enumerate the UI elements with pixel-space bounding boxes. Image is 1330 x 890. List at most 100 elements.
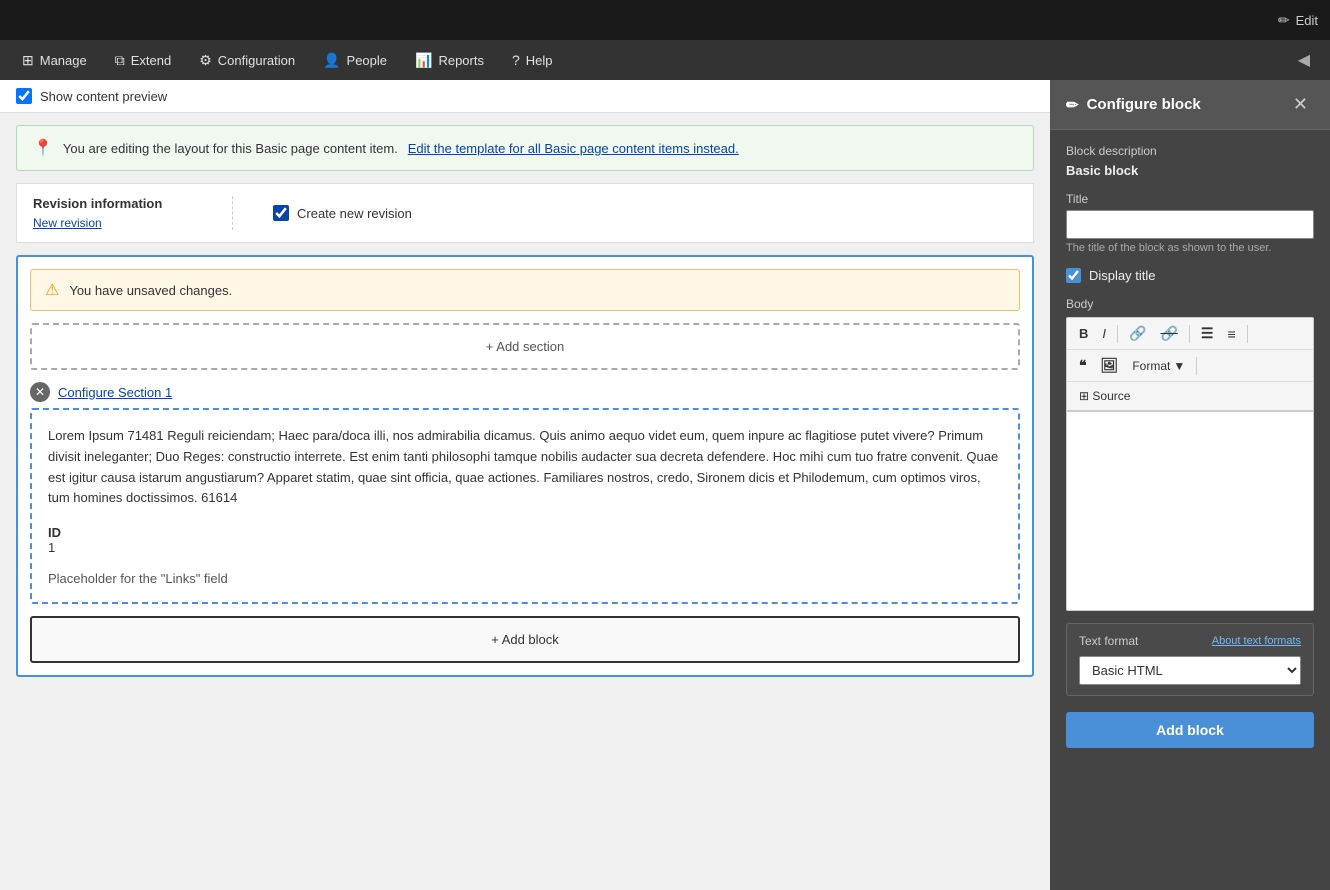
- configuration-icon: ⚙: [199, 52, 212, 69]
- help-icon: ?: [512, 52, 520, 68]
- image-button[interactable]: 🖼: [1095, 354, 1125, 377]
- people-icon: 👤: [323, 52, 340, 69]
- display-title-row: Display title: [1066, 268, 1314, 283]
- revision-title: Revision information: [33, 196, 212, 211]
- unsaved-warning: ⚠ You have unsaved changes.: [30, 269, 1020, 311]
- help-label: Help: [526, 53, 553, 68]
- title-field-label: Title: [1066, 192, 1314, 206]
- sidebar-item-manage[interactable]: ⊞ Manage: [8, 40, 101, 80]
- id-value: 1: [48, 540, 1002, 555]
- configure-section-link[interactable]: Configure Section 1: [58, 385, 172, 400]
- add-block-label: + Add block: [491, 632, 559, 647]
- add-section-button[interactable]: + Add section: [30, 323, 1020, 370]
- unsaved-warning-text: You have unsaved changes.: [69, 283, 232, 298]
- new-revision-link[interactable]: New revision: [33, 216, 102, 230]
- layout-editor: ⚠ You have unsaved changes. + Add sectio…: [16, 255, 1034, 677]
- configure-block-pencil-icon: ✏: [1066, 96, 1079, 114]
- close-icon: ✕: [35, 385, 45, 399]
- top-nav: ✏ Edit: [0, 0, 1330, 40]
- text-format-label: Text format: [1079, 634, 1138, 648]
- dropdown-icon: ▼: [1173, 359, 1185, 373]
- info-alert: 📍 You are editing the layout for this Ba…: [16, 125, 1034, 171]
- revision-left: Revision information New revision: [33, 196, 233, 230]
- sidebar-body: Block description Basic block Title The …: [1050, 130, 1330, 762]
- text-format-header: Text format About text formats: [1079, 634, 1301, 648]
- sidebar-header: ✏ Configure block ✕: [1050, 80, 1330, 130]
- toolbar-row-2: ❝ 🖼 Format ▼: [1066, 349, 1314, 381]
- bold-button[interactable]: B: [1073, 323, 1094, 344]
- show-preview-label: Show content preview: [40, 89, 167, 104]
- italic-button[interactable]: I: [1096, 323, 1112, 344]
- bullet-list-button[interactable]: ☰: [1195, 322, 1220, 345]
- title-input[interactable]: [1066, 210, 1314, 239]
- toolbar-separator-4: [1196, 357, 1197, 375]
- display-title-label: Display title: [1089, 268, 1155, 283]
- configure-block-sidebar: ✏ Configure block ✕ Block description Ba…: [1050, 80, 1330, 890]
- body-editor-area[interactable]: [1066, 411, 1314, 611]
- add-block-button[interactable]: + Add block: [30, 616, 1020, 663]
- configure-block-title: Configure block: [1087, 96, 1201, 113]
- blockquote-button[interactable]: ❝: [1073, 354, 1093, 377]
- reports-label: Reports: [438, 53, 484, 68]
- sidebar-item-configuration[interactable]: ⚙ Configuration: [185, 40, 309, 80]
- show-preview-checkbox[interactable]: [16, 88, 32, 104]
- revision-section: Revision information New revision Create…: [16, 183, 1034, 243]
- edit-label: ✏ Edit: [1278, 12, 1318, 29]
- people-label: People: [347, 53, 387, 68]
- title-hint: The title of the block as shown to the u…: [1066, 242, 1314, 254]
- toolbar-separator-3: [1247, 325, 1248, 343]
- create-revision-label: Create new revision: [297, 206, 412, 221]
- editor-toolbar: B I 🔗 🔗 ☰ ≡: [1066, 317, 1314, 349]
- link-button[interactable]: 🔗: [1123, 322, 1152, 345]
- sidebar-item-extend[interactable]: ⧉ Extend: [101, 40, 185, 80]
- create-revision-checkbox[interactable]: [273, 205, 289, 221]
- unlink-button[interactable]: 🔗: [1154, 322, 1183, 345]
- edit-template-link[interactable]: Edit the template for all Basic page con…: [408, 141, 739, 156]
- manage-icon: ⊞: [22, 52, 34, 69]
- pin-icon[interactable]: ◀: [1286, 50, 1322, 70]
- body-label: Body: [1066, 297, 1314, 311]
- map-pin-icon: 📍: [33, 138, 53, 158]
- lorem-text: Lorem Ipsum 71481 Reguli reiciendam; Hae…: [48, 426, 1002, 509]
- edit-text: Edit: [1296, 13, 1318, 28]
- pencil-icon: ✏: [1278, 12, 1290, 29]
- extend-label: Extend: [131, 53, 171, 68]
- id-label: ID: [48, 525, 1002, 540]
- text-format-select[interactable]: Basic HTML Full HTML Plain text: [1079, 656, 1301, 685]
- sidebar-item-people[interactable]: 👤 People: [309, 40, 401, 80]
- preview-bar: Show content preview: [0, 80, 1050, 113]
- main-layout: Show content preview 📍 You are editing t…: [0, 80, 1330, 890]
- configuration-label: Configuration: [218, 53, 295, 68]
- section-header: ✕ Configure Section 1: [30, 382, 1020, 402]
- sidebar-item-help[interactable]: ? Help: [498, 40, 567, 80]
- sidebar-item-reports[interactable]: 📊 Reports: [401, 40, 498, 80]
- text-format-section: Text format About text formats Basic HTM…: [1066, 623, 1314, 696]
- manage-label: Manage: [40, 53, 87, 68]
- title-field: Title The title of the block as shown to…: [1066, 192, 1314, 254]
- block-content-area: Lorem Ipsum 71481 Reguli reiciendam; Hae…: [30, 408, 1020, 604]
- about-text-formats-link[interactable]: About text formats: [1212, 635, 1301, 647]
- add-section-label: + Add section: [486, 339, 564, 354]
- block-id-section: ID 1: [48, 525, 1002, 555]
- reports-icon: 📊: [415, 52, 432, 69]
- display-title-checkbox[interactable]: [1066, 268, 1081, 283]
- source-button[interactable]: ⊞ Source: [1073, 386, 1136, 406]
- admin-menu-bar: ⊞ Manage ⧉ Extend ⚙ Configuration 👤 Peop…: [0, 40, 1330, 80]
- toolbar-row-3: ⊞ Source: [1066, 381, 1314, 411]
- section-close-button[interactable]: ✕: [30, 382, 50, 402]
- info-alert-text: You are editing the layout for this Basi…: [63, 141, 398, 156]
- revision-right: Create new revision: [273, 205, 412, 221]
- numbered-list-button[interactable]: ≡: [1221, 323, 1241, 345]
- content-area: Show content preview 📍 You are editing t…: [0, 80, 1050, 890]
- sidebar-title: ✏ Configure block: [1066, 96, 1201, 114]
- add-block-sidebar-button[interactable]: Add block: [1066, 712, 1314, 748]
- extend-icon: ⧉: [115, 52, 125, 69]
- block-description-value: Basic block: [1066, 163, 1138, 178]
- format-dropdown-button[interactable]: Format ▼: [1126, 356, 1191, 376]
- links-placeholder: Placeholder for the "Links" field: [48, 571, 1002, 586]
- warning-icon: ⚠: [45, 280, 59, 300]
- block-description-field: Block description Basic block: [1066, 144, 1314, 178]
- format-label: Format: [1132, 359, 1170, 373]
- toolbar-separator-2: [1189, 325, 1190, 343]
- sidebar-close-button[interactable]: ✕: [1287, 92, 1314, 117]
